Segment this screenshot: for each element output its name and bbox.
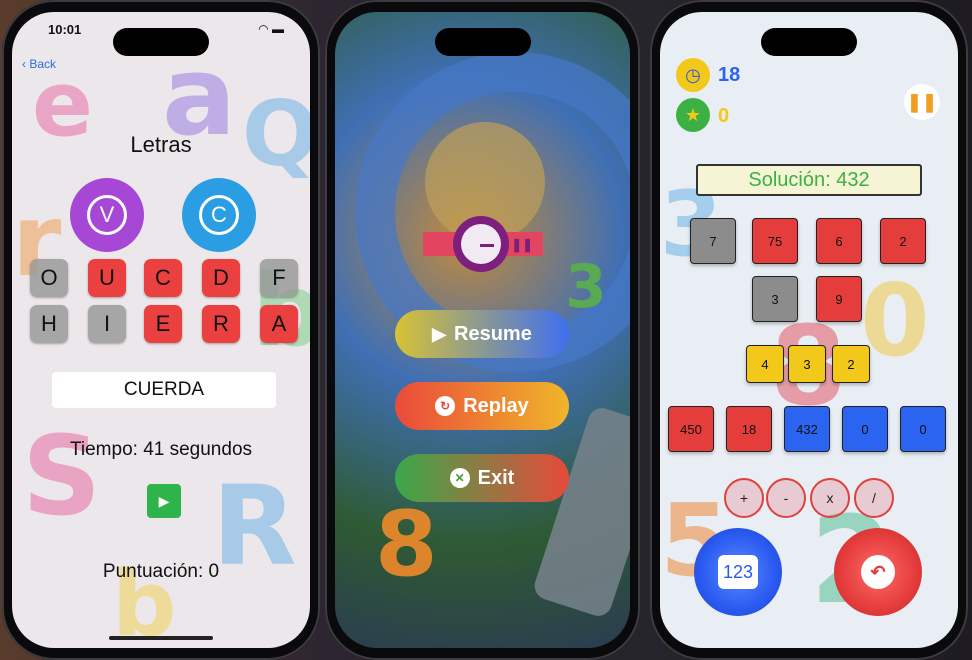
star-icon: ★ [676, 98, 710, 132]
phone-pause: 8 3 ❚❚ ▶ Resume ↻ Replay ✕ Exit [325, 0, 640, 660]
result-tile[interactable]: 0 [842, 406, 888, 452]
score-text: Puntuación: 0 [102, 561, 220, 582]
exit-button[interactable]: ✕ Exit [395, 454, 569, 502]
result-tile[interactable]: 432 [784, 406, 830, 452]
status-icons: ◠ ▬ [258, 22, 284, 36]
undo-icon: ↶ [861, 555, 895, 589]
clock-icon: ◷ [676, 58, 710, 92]
operator-button[interactable]: x [810, 478, 850, 518]
letter-tile[interactable]: I [88, 305, 126, 343]
dynamic-island [434, 28, 531, 56]
vowel-label: V [87, 195, 127, 235]
replay-label: Replay [463, 394, 529, 417]
back-label: Back [29, 57, 57, 71]
letter-tile[interactable]: C [144, 259, 182, 297]
replay-button[interactable]: ↻ Replay [395, 382, 569, 430]
letter-tile[interactable]: R [202, 305, 240, 343]
back-button[interactable]: ‹ Back [22, 57, 56, 71]
phone-numbers: 8 0 3 2 5 ◷ 18 ★ 0 ❚❚ Solución: 432 7756… [650, 0, 968, 660]
selected-number-tile[interactable]: 4 [746, 345, 784, 383]
resume-label: Resume [454, 322, 532, 345]
consonant-label: C [199, 195, 239, 235]
letter-tile[interactable]: A [260, 305, 298, 343]
pause-icon: ❚❚ [906, 91, 938, 112]
undo-button[interactable]: ↶ [834, 528, 922, 616]
wifi-icon: ◠ [258, 22, 269, 36]
number-tile[interactable]: 75 [752, 218, 798, 264]
replay-icon: ↻ [435, 396, 456, 416]
battery-icon: ▬ [272, 22, 284, 36]
bg-letter-decoration: S [22, 412, 102, 540]
selected-number-tile[interactable]: 3 [788, 345, 826, 383]
operator-button[interactable]: / [854, 478, 894, 518]
dynamic-island [761, 28, 857, 56]
letter-tile[interactable]: E [144, 305, 182, 343]
close-icon: ✕ [449, 468, 470, 488]
letter-tile[interactable]: U [88, 259, 126, 297]
number-tile[interactable]: 7 [690, 218, 736, 264]
result-tile[interactable]: 18 [726, 406, 772, 452]
vowel-button[interactable]: V [70, 178, 144, 252]
letters-screen: e a Q r b S R b 10:01 ◠ ▬ ‹ Back Letras … [12, 12, 310, 648]
consonant-button[interactable]: C [182, 178, 256, 252]
stars-value: 0 [718, 105, 730, 127]
play-icon: ▶ [432, 323, 447, 344]
number-tile[interactable]: 9 [816, 276, 862, 322]
phone-letters: e a Q r b S R b 10:01 ◠ ▬ ‹ Back Letras … [2, 0, 320, 660]
time-text: Tiempo: 41 segundos [69, 439, 253, 460]
number-tile[interactable]: 3 [752, 276, 798, 322]
numbers-keypad-button[interactable]: 123 [694, 528, 782, 616]
pause-screen: 8 3 ❚❚ ▶ Resume ↻ Replay ✕ Exit [335, 12, 630, 648]
pause-icon: ❚❚ [511, 237, 533, 252]
page-title: Letras [130, 132, 192, 157]
timer-widget: ❚❚ [423, 216, 543, 272]
word-field[interactable]: CUERDA [52, 372, 276, 408]
resume-button[interactable]: ▶ Resume [395, 310, 569, 358]
home-indicator[interactable] [109, 636, 213, 640]
operator-button[interactable]: + [724, 478, 764, 518]
bg-digit-decoration: 8 [375, 492, 438, 597]
number-tile[interactable]: 2 [880, 218, 926, 264]
solution-box: Solución: 432 [696, 164, 922, 196]
dynamic-island [113, 28, 209, 56]
letter-tile[interactable]: F [260, 259, 298, 297]
selected-number-tile[interactable]: 2 [832, 345, 870, 383]
letter-tile[interactable]: O [30, 259, 68, 297]
timer-value: 18 [718, 64, 741, 86]
result-tile[interactable]: 0 [900, 406, 946, 452]
result-tile[interactable]: 450 [668, 406, 714, 452]
play-button[interactable]: ▶ [147, 484, 181, 518]
play-icon: ▶ [158, 492, 170, 509]
numbers-screen: 8 0 3 2 5 ◷ 18 ★ 0 ❚❚ Solución: 432 7756… [660, 12, 958, 648]
exit-label: Exit [477, 466, 515, 489]
number-tile[interactable]: 6 [816, 218, 862, 264]
letter-tile[interactable]: D [202, 259, 240, 297]
bg-digit-decoration: 3 [565, 252, 607, 322]
operator-button[interactable]: - [766, 478, 806, 518]
status-time: 10:01 [48, 22, 82, 37]
letter-tile[interactable]: H [30, 305, 68, 343]
bg-digit-decoration: 0 [860, 262, 930, 379]
bg-calculator-decoration [531, 404, 630, 620]
clock-icon [453, 216, 509, 272]
numbers-label: 123 [718, 555, 758, 589]
pause-button[interactable]: ❚❚ [904, 84, 940, 120]
